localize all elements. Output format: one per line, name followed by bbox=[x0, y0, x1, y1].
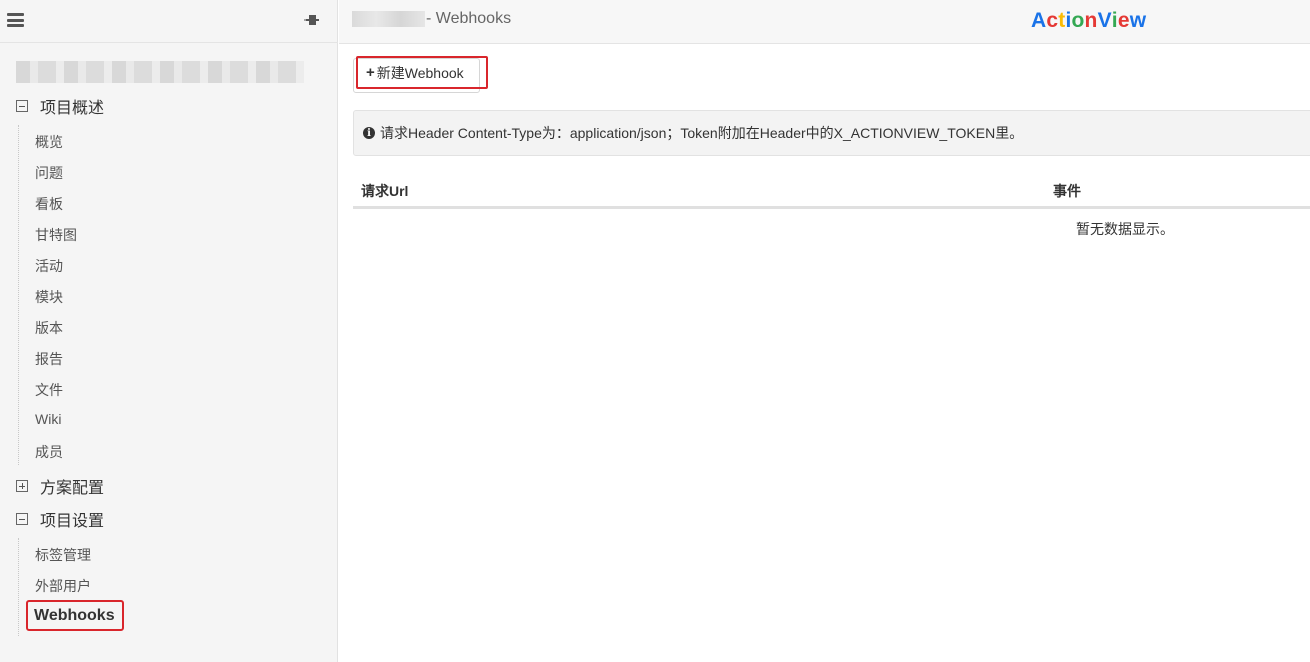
logo-letter: w bbox=[1129, 9, 1147, 32]
sidebar-item-overview[interactable]: 概览 bbox=[35, 132, 63, 152]
logo-letter: A bbox=[1031, 9, 1047, 32]
settings-subnav: 标签管理 外部用户 bbox=[18, 538, 91, 636]
sidebar-item-activity[interactable]: 活动 bbox=[35, 256, 63, 276]
collapse-icon bbox=[16, 513, 28, 525]
empty-state-text: 暂无数据显示。 bbox=[1076, 221, 1174, 237]
sidebar-item-members[interactable]: 成员 bbox=[35, 442, 63, 462]
project-key-blurred bbox=[352, 11, 425, 27]
menu-icon[interactable] bbox=[7, 13, 24, 27]
logo-letter: c bbox=[1046, 9, 1059, 32]
logo-letter: e bbox=[1117, 9, 1130, 32]
overview-subnav: 概览 问题 看板 甘特图 活动 模块 版本 报告 文件 Wiki 成员 bbox=[18, 125, 77, 465]
sidebar-item-reports[interactable]: 报告 bbox=[35, 349, 63, 369]
group-scheme-config[interactable]: 方案配置 bbox=[16, 475, 104, 497]
sidebar-divider bbox=[0, 42, 338, 43]
pin-icon[interactable] bbox=[303, 11, 321, 29]
plus-icon: + bbox=[366, 64, 375, 81]
table-header-divider bbox=[353, 206, 1310, 209]
info-banner: i 请求Header Content-Type为：application/jso… bbox=[353, 110, 1310, 156]
logo-letter: t bbox=[1058, 9, 1066, 32]
main-content: - Webhooks ActionView + 新建Webhook i 请求He… bbox=[339, 0, 1310, 662]
sidebar-header bbox=[0, 0, 338, 42]
sidebar: 项目概述 概览 问题 看板 甘特图 活动 模块 版本 报告 文件 Wiki 成员… bbox=[0, 0, 338, 662]
page-header: - Webhooks ActionView bbox=[339, 0, 1310, 44]
info-text: 请求Header Content-Type为：application/json；… bbox=[380, 125, 1024, 141]
expand-icon bbox=[16, 480, 28, 492]
logo-letter: n bbox=[1084, 9, 1098, 32]
sidebar-item-external-users[interactable]: 外部用户 bbox=[35, 576, 91, 596]
group-label: 项目概述 bbox=[40, 100, 105, 117]
page-title: - Webhooks bbox=[426, 10, 512, 27]
sidebar-item-issues[interactable]: 问题 bbox=[35, 163, 63, 183]
project-name-blurred bbox=[16, 61, 304, 83]
sidebar-item-kanban[interactable]: 看板 bbox=[35, 194, 63, 214]
sidebar-item-versions[interactable]: 版本 bbox=[35, 318, 63, 338]
logo-letter: V bbox=[1097, 9, 1112, 32]
info-icon: i bbox=[363, 127, 375, 139]
sidebar-item-files[interactable]: 文件 bbox=[35, 380, 63, 400]
sidebar-item-webhooks[interactable]: Webhooks bbox=[26, 600, 124, 631]
new-webhook-label: 新建Webhook bbox=[376, 64, 464, 81]
sidebar-item-gantt[interactable]: 甘特图 bbox=[35, 225, 77, 245]
sidebar-item-modules[interactable]: 模块 bbox=[35, 287, 63, 307]
collapse-icon bbox=[16, 100, 28, 112]
group-label: 项目设置 bbox=[40, 513, 105, 530]
logo-letter: o bbox=[1071, 9, 1085, 32]
sidebar-item-wiki[interactable]: Wiki bbox=[35, 411, 61, 427]
sidebar-item-labels[interactable]: 标签管理 bbox=[35, 545, 91, 565]
group-project-settings[interactable]: 项目设置 bbox=[16, 508, 104, 530]
group-overview[interactable]: 项目概述 bbox=[16, 95, 104, 117]
column-header-url: 请求Url bbox=[361, 183, 409, 199]
column-header-event: 事件 bbox=[1053, 183, 1081, 199]
actionview-logo: ActionView bbox=[1031, 9, 1146, 33]
group-label: 方案配置 bbox=[40, 480, 105, 497]
new-webhook-button[interactable]: + 新建Webhook bbox=[356, 56, 488, 89]
